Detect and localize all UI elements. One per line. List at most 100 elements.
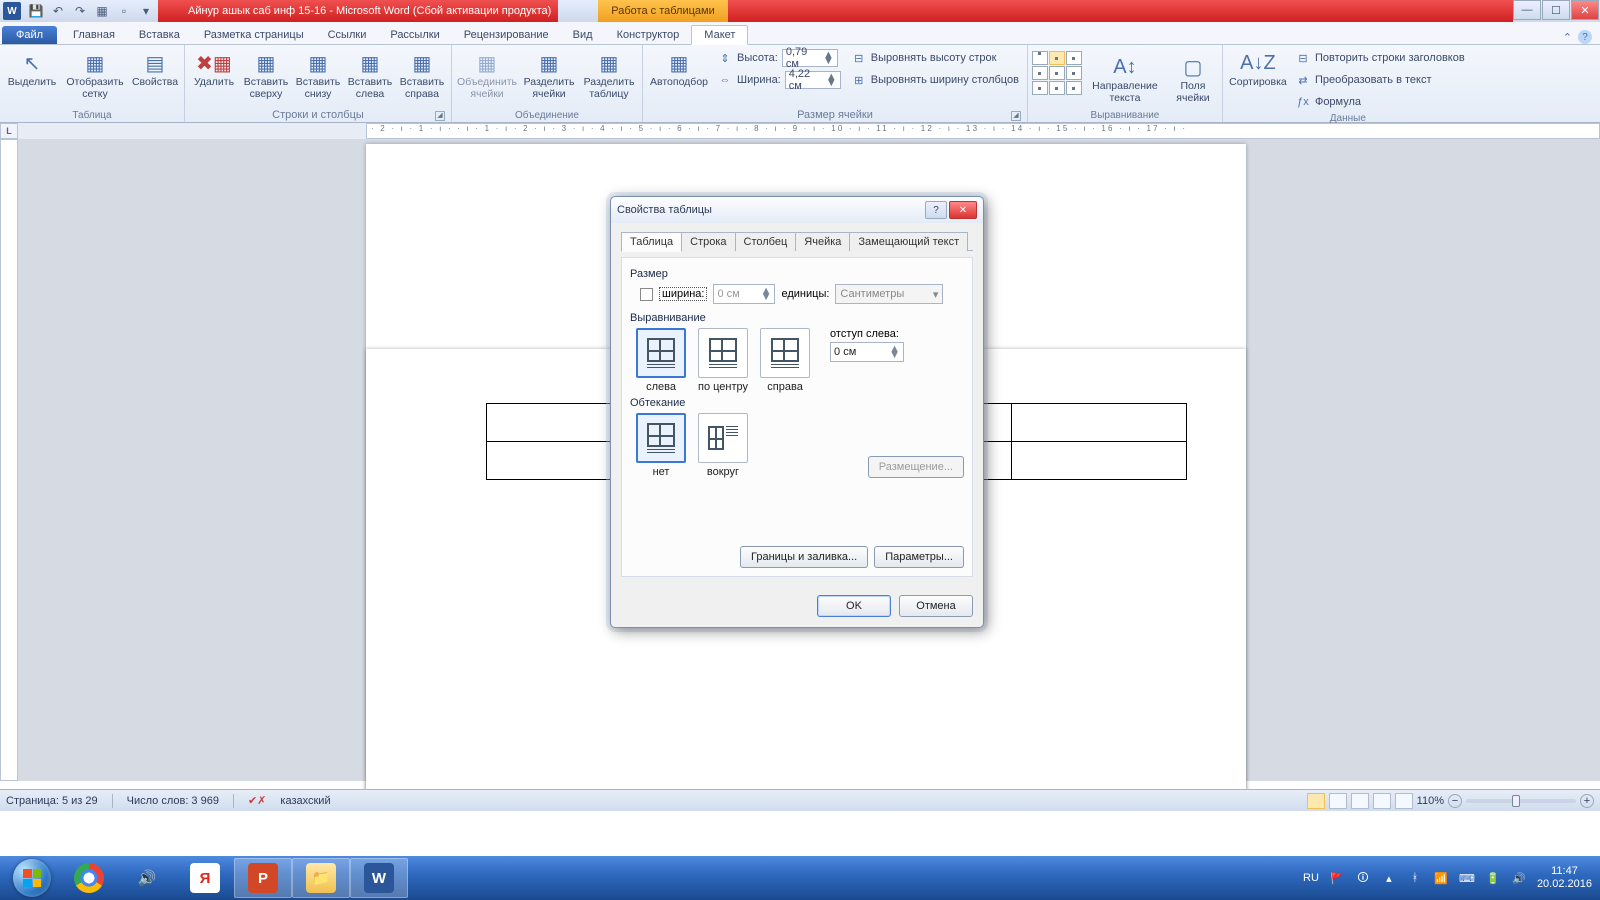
zoom-out-button[interactable]: −: [1448, 794, 1462, 808]
indent-spinner[interactable]: 0 см▲▼: [830, 342, 904, 362]
zoom-level[interactable]: 110%: [1417, 795, 1444, 807]
zoom-slider[interactable]: [1466, 799, 1576, 803]
tab-pagelayout[interactable]: Разметка страницы: [192, 26, 316, 44]
align-bc[interactable]: [1049, 81, 1065, 95]
split-cells-button[interactable]: ▦Разделить ячейки: [520, 47, 578, 103]
undo-icon[interactable]: ↶: [50, 3, 66, 19]
help-icon[interactable]: ?: [1578, 30, 1592, 44]
dialog-tab-cell[interactable]: Ячейка: [795, 232, 850, 251]
align-tc[interactable]: [1049, 51, 1065, 65]
zoom-in-button[interactable]: +: [1580, 794, 1594, 808]
qat-new-icon[interactable]: ▫: [116, 3, 132, 19]
status-language[interactable]: казахский: [280, 795, 330, 807]
horizontal-ruler[interactable]: · 2 · ı · 1 · ı · · ı · 1 · ı · 2 · ı · …: [366, 123, 1600, 139]
autofit-button[interactable]: ▦Автоподбор: [647, 47, 711, 91]
bluetooth-icon[interactable]: ᚼ: [1407, 870, 1423, 886]
task-powerpoint[interactable]: P: [234, 858, 292, 898]
task-chrome[interactable]: [60, 858, 118, 898]
dialog-launcher-icon[interactable]: ◢: [1011, 111, 1021, 121]
insert-below-button[interactable]: ▦Вставить снизу: [293, 47, 343, 103]
dialog-tab-column[interactable]: Столбец: [735, 232, 797, 251]
cell-margins-button[interactable]: ▢Поля ячейки: [1168, 51, 1218, 107]
qat-icon[interactable]: ▦: [94, 3, 110, 19]
vertical-ruler[interactable]: [0, 139, 18, 781]
align-center-option[interactable]: по центру: [698, 328, 748, 393]
battery-icon[interactable]: 🔋: [1485, 870, 1501, 886]
dialog-help-button[interactable]: ?: [925, 201, 947, 219]
ok-button[interactable]: OK: [817, 595, 891, 617]
distribute-rows-button[interactable]: ⊟Выровнять высоту строк: [847, 47, 1023, 69]
align-ml[interactable]: [1032, 66, 1048, 80]
tab-references[interactable]: Ссылки: [316, 26, 379, 44]
text-direction-button[interactable]: A↕Направление текста: [1090, 51, 1160, 107]
view-gridlines-button[interactable]: ▦Отобразить сетку: [62, 47, 128, 103]
align-tr[interactable]: [1066, 51, 1082, 65]
width-checkbox[interactable]: [640, 288, 653, 301]
view-print-layout[interactable]: [1307, 793, 1325, 809]
redo-icon[interactable]: ↷: [72, 3, 88, 19]
tray-lang[interactable]: RU: [1303, 872, 1319, 884]
width-spinner[interactable]: 0 см▲▼: [713, 284, 775, 304]
insert-above-button[interactable]: ▦Вставить сверху: [241, 47, 291, 103]
dialog-tab-alttext[interactable]: Замещающий текст: [849, 232, 968, 251]
close-button[interactable]: ✕: [1571, 0, 1599, 20]
dialog-titlebar[interactable]: Свойства таблицы ? ✕: [611, 197, 983, 223]
properties-button[interactable]: ▤Свойства: [130, 47, 180, 91]
tray-clock[interactable]: 11:47 20.02.2016: [1537, 865, 1592, 891]
distribute-cols-button[interactable]: ⊞Выровнять ширину столбцов: [847, 69, 1023, 91]
tab-mailings[interactable]: Рассылки: [378, 26, 451, 44]
task-sound[interactable]: 🔊: [118, 858, 176, 898]
ruler-corner[interactable]: L: [0, 123, 18, 139]
tray-chevron-icon[interactable]: ▴: [1381, 870, 1397, 886]
tab-insert[interactable]: Вставка: [127, 26, 192, 44]
align-tl[interactable]: [1032, 51, 1048, 65]
task-word[interactable]: W: [350, 858, 408, 898]
wrap-around-option[interactable]: вокруг: [698, 413, 748, 478]
save-icon[interactable]: 💾: [28, 3, 44, 19]
task-explorer[interactable]: 📁: [292, 858, 350, 898]
tab-home[interactable]: Главная: [61, 26, 127, 44]
network-icon[interactable]: 📶: [1433, 870, 1449, 886]
repeat-header-button[interactable]: ⊟Повторить строки заголовков: [1291, 47, 1469, 69]
proofing-icon[interactable]: ✔✗: [248, 794, 266, 807]
tab-layout[interactable]: Макет: [691, 25, 748, 45]
action-center-icon[interactable]: 🛈: [1355, 870, 1371, 886]
convert-text-button[interactable]: ⇄Преобразовать в текст: [1291, 69, 1469, 91]
height-input[interactable]: 0,79 см▲▼: [782, 49, 838, 67]
options-button[interactable]: Параметры...: [874, 546, 964, 568]
volume-icon[interactable]: 🔊: [1511, 870, 1527, 886]
insert-right-button[interactable]: ▦Вставить справа: [397, 47, 447, 103]
status-page[interactable]: Страница: 5 из 29: [6, 795, 98, 807]
wrap-none-option[interactable]: нет: [636, 413, 686, 478]
insert-left-button[interactable]: ▦Вставить слева: [345, 47, 395, 103]
start-button[interactable]: [4, 858, 60, 898]
qat-more-icon[interactable]: ▾: [138, 3, 154, 19]
align-left-option[interactable]: слева: [636, 328, 686, 393]
tab-review[interactable]: Рецензирование: [452, 26, 561, 44]
dialog-tab-table[interactable]: Таблица: [621, 232, 682, 252]
maximize-button[interactable]: ☐: [1542, 0, 1570, 20]
flag-icon[interactable]: 🚩: [1329, 870, 1345, 886]
tab-view[interactable]: Вид: [561, 26, 605, 44]
ribbon-minimize-icon[interactable]: ⌃: [1563, 31, 1572, 44]
sort-button[interactable]: A↓ZСортировка: [1227, 47, 1289, 91]
dialog-close-button[interactable]: ✕: [949, 201, 977, 219]
view-outline[interactable]: [1373, 793, 1391, 809]
borders-shading-button[interactable]: Границы и заливка...: [740, 546, 868, 568]
units-combo[interactable]: Сантиметры▾: [835, 284, 943, 304]
view-web[interactable]: [1351, 793, 1369, 809]
align-right-option[interactable]: справа: [760, 328, 810, 393]
dialog-launcher-icon[interactable]: ◢: [435, 111, 445, 121]
align-br[interactable]: [1066, 81, 1082, 95]
delete-button[interactable]: ✖▦Удалить: [189, 47, 239, 91]
status-words[interactable]: Число слов: 3 969: [127, 795, 219, 807]
align-bl[interactable]: [1032, 81, 1048, 95]
tab-design[interactable]: Конструктор: [605, 26, 692, 44]
minimize-button[interactable]: —: [1513, 0, 1541, 20]
cancel-button[interactable]: Отмена: [899, 595, 973, 617]
view-draft[interactable]: [1395, 793, 1413, 809]
view-fullscreen[interactable]: [1329, 793, 1347, 809]
align-mc[interactable]: [1049, 66, 1065, 80]
align-mr[interactable]: [1066, 66, 1082, 80]
split-table-button[interactable]: ▦Разделить таблицу: [580, 47, 638, 103]
